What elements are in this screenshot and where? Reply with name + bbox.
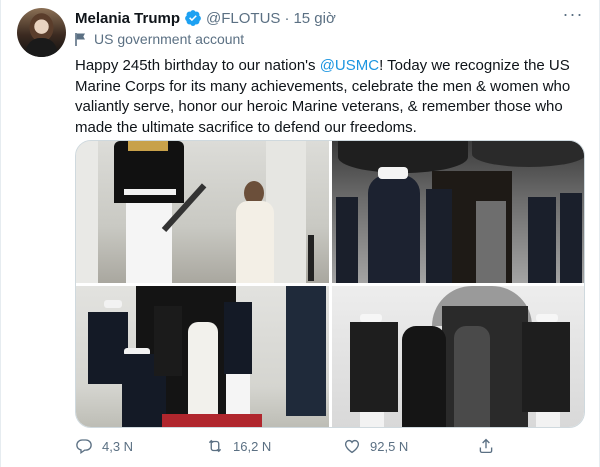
like-count: 92,5 N: [370, 438, 409, 454]
reply-icon: [76, 439, 92, 455]
government-flag-icon: [75, 32, 85, 46]
tweet-actions: 4,3 N 16,2 N 92,5 N: [75, 437, 587, 459]
photo-4[interactable]: [332, 286, 584, 427]
photo-2[interactable]: [332, 141, 584, 283]
timestamp[interactable]: 15 giờ: [293, 10, 335, 27]
photo-1[interactable]: [76, 141, 329, 283]
tweet-text: Happy 245th birthday to our nation's @US…: [75, 56, 587, 138]
avatar[interactable]: [17, 8, 66, 57]
like-icon: [344, 439, 360, 454]
tweet-card[interactable]: Melania Trump @FLOTUS · 15 giờ ··· US go…: [0, 0, 600, 467]
retweet-icon: [208, 439, 222, 453]
share-button[interactable]: [477, 437, 495, 455]
tweet-header: Melania Trump @FLOTUS · 15 giờ: [75, 8, 336, 28]
more-icon[interactable]: ···: [559, 5, 587, 28]
reply-button[interactable]: 4,3 N: [75, 437, 133, 455]
reply-count: 4,3 N: [102, 438, 134, 454]
retweet-button[interactable]: 16,2 N: [206, 437, 271, 455]
account-label-text: US government account: [94, 31, 245, 47]
author-name[interactable]: Melania Trump: [75, 10, 180, 27]
mention-link[interactable]: @USMC: [320, 57, 379, 74]
share-icon: [479, 438, 493, 454]
author-handle[interactable]: @FLOTUS: [206, 10, 280, 27]
account-label[interactable]: US government account: [75, 31, 244, 47]
retweet-count: 16,2 N: [233, 438, 272, 454]
like-button[interactable]: 92,5 N: [343, 437, 408, 455]
photo-3[interactable]: [76, 286, 329, 427]
separator-dot: ·: [284, 9, 290, 27]
verified-badge-icon: [185, 10, 201, 26]
tweet-text-before: Happy 245th birthday to our nation's: [75, 57, 320, 74]
media-grid: [75, 140, 585, 428]
